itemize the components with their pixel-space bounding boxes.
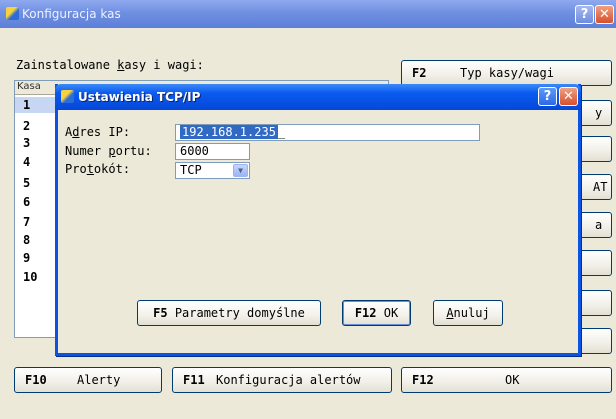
default-params-button[interactable]: F5 Parametry domyślne (137, 300, 321, 326)
alerts-button[interactable]: F10 Alerty (14, 367, 162, 393)
row-number[interactable]: 9 (23, 251, 30, 265)
dialog-title: Ustawienia TCP/IP (78, 90, 201, 104)
help-icon[interactable]: ? (575, 5, 594, 24)
row-number[interactable]: 3 (23, 136, 30, 150)
row-number[interactable]: 2 (23, 119, 30, 133)
dialog-titlebar[interactable]: Ustawienia TCP/IP ? ✕ (55, 84, 581, 110)
window-title: Konfiguracja kas (22, 7, 121, 21)
row-number[interactable]: 5 (23, 176, 30, 190)
row-number[interactable]: 1 (23, 98, 30, 112)
row-number[interactable]: 7 (23, 215, 30, 229)
tcpip-dialog[interactable]: Ustawienia TCP/IP ? ✕ Adres IP: 192.168.… (55, 84, 581, 356)
dialog-close-icon[interactable]: ✕ (559, 87, 578, 106)
row-number[interactable]: 8 (23, 233, 30, 247)
row-number[interactable]: 4 (23, 155, 30, 169)
dialog-app-icon (61, 90, 74, 103)
cancel-button[interactable]: Anuluj (433, 300, 503, 326)
ip-label: Adres IP: (65, 125, 131, 139)
port-value: 6000 (180, 144, 209, 158)
app-icon (6, 7, 19, 20)
alert-config-button[interactable]: F11 Konfiguracja alertów (172, 367, 392, 393)
row-number[interactable]: 6 (23, 195, 30, 209)
type-button[interactable]: F2 Typ kasy/wagi (401, 60, 612, 86)
dialog-ok-button[interactable]: F12 OK (342, 300, 411, 326)
dialog-help-icon[interactable]: ? (538, 87, 557, 106)
close-icon[interactable]: ✕ (595, 5, 614, 24)
main-ok-button[interactable]: F12 OK (401, 367, 612, 393)
row-number[interactable]: 10 (23, 270, 37, 284)
installed-list-label: Zainstalowane kasy i wagi: (16, 58, 204, 72)
port-input[interactable]: 6000 (175, 143, 250, 160)
ip-address-input[interactable]: 192.168.1.235 _ (175, 124, 480, 141)
protocol-label: Protokót: (65, 162, 131, 176)
main-titlebar[interactable]: Konfiguracja kas ? ✕ (0, 0, 616, 28)
protocol-value: TCP (180, 163, 202, 177)
selected-row[interactable] (15, 97, 55, 113)
chevron-down-icon[interactable]: ▼ (233, 164, 248, 177)
port-label: Numer portu: (65, 144, 152, 158)
protocol-select[interactable]: TCP ▼ (175, 162, 250, 179)
ip-value: 192.168.1.235 (180, 125, 278, 139)
